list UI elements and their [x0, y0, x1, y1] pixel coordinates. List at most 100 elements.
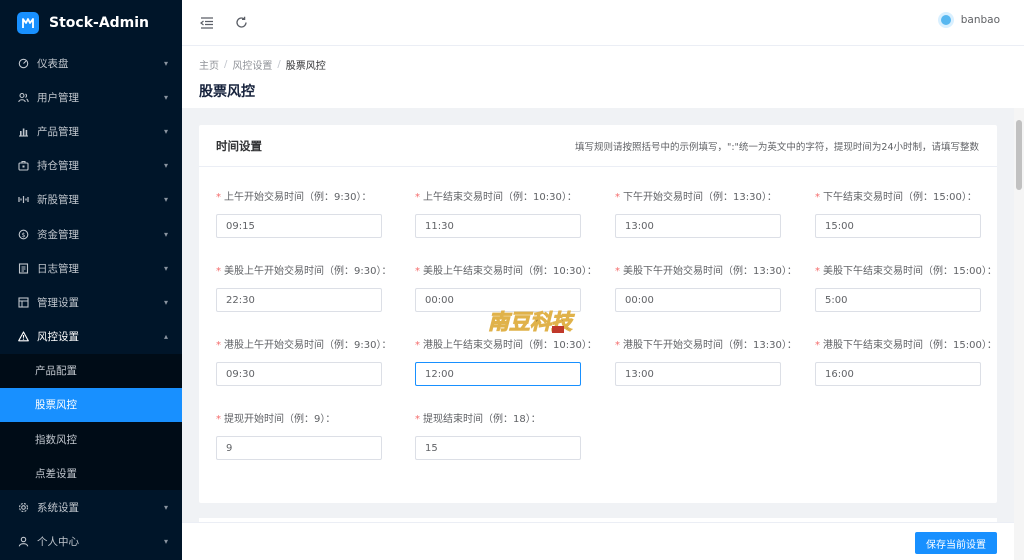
sidebar-item-ipo[interactable]: 新股管理 ▾ [0, 183, 182, 217]
required-mark: * [815, 266, 820, 277]
page-title: 股票风控 [199, 84, 255, 100]
us-pm-start-input[interactable] [615, 288, 781, 312]
log-icon [17, 262, 29, 274]
am-end-input[interactable] [415, 214, 581, 238]
brand-logo-icon [17, 12, 39, 34]
sidebar-item-label: 日志管理 [37, 262, 79, 275]
field-label-text: 美股下午开始交易时间（例：13:30）： [623, 266, 797, 277]
required-mark: * [615, 192, 620, 203]
submenu-item-stock-risk[interactable]: 股票风控 [0, 387, 182, 423]
required-mark: * [815, 192, 820, 203]
pm-end-input[interactable] [815, 214, 981, 238]
sidebar-item-label: 仪表盘 [37, 57, 69, 70]
chevron-down-icon: ▾ [163, 92, 168, 102]
hk-pm-end-input[interactable] [815, 362, 981, 386]
warning-icon [17, 331, 29, 343]
submenu-item-product-config[interactable]: 产品配置 [0, 354, 182, 388]
required-mark: * [216, 192, 221, 203]
chevron-down-icon: ▾ [163, 537, 168, 547]
field-label-text: 美股下午结束交易时间（例：15:00）： [823, 266, 997, 277]
submenu-item-label: 点差设置 [35, 467, 77, 480]
sidebar-item-label: 系统设置 [37, 502, 79, 515]
user-menu[interactable]: banbao [937, 12, 1000, 28]
save-settings-button[interactable]: 保存当前设置 [915, 532, 997, 554]
us-pm-end-input[interactable] [815, 288, 981, 312]
field-label-text: 美股上午开始交易时间（例：9:30）： [224, 266, 392, 277]
sidebar-item-funds[interactable]: $ 资金管理 ▾ [0, 217, 182, 251]
field-label: * 上午开始交易时间（例：9:30）： [216, 191, 396, 205]
sidebar-item-products[interactable]: 产品管理 ▾ [0, 114, 182, 148]
required-mark: * [615, 266, 620, 277]
field-am-start: * 上午开始交易时间（例：9:30）： [216, 191, 396, 238]
field-hk-am-start: * 港股上午开始交易时间（例：9:30）： [216, 339, 396, 386]
avatar [937, 12, 954, 28]
collapse-menu-icon[interactable] [190, 0, 224, 46]
sidebar-item-label: 资金管理 [37, 228, 79, 241]
submenu-item-label: 股票风控 [35, 399, 77, 412]
sidebar-item-label: 个人中心 [37, 536, 79, 549]
chevron-up-icon: ▴ [163, 332, 168, 342]
pm-start-input[interactable] [615, 214, 781, 238]
us-am-start-input[interactable] [216, 288, 382, 312]
sidebar-item-users[interactable]: 用户管理 ▾ [0, 80, 182, 114]
scrollbar-thumb[interactable] [1016, 120, 1022, 190]
field-label: * 提现开始时间（例：9）： [216, 413, 396, 427]
vertical-scrollbar[interactable] [1014, 108, 1024, 560]
field-label: * 美股下午结束交易时间（例：15:00）： [815, 265, 997, 279]
submenu-item-index-risk[interactable]: 指数风控 [0, 422, 182, 456]
sidebar: Stock-Admin 仪表盘 ▾ 用户管理 ▾ 产品管理 ▾ 持仓管理 ▾ 新… [0, 0, 182, 560]
breadcrumb-separator: / [277, 59, 281, 70]
sidebar-item-label: 持仓管理 [37, 160, 79, 173]
breadcrumb: 主页 / 风控设置 / 股票风控 [199, 57, 1024, 72]
sidebar-item-risk-control[interactable]: 风控设置 ▴ [0, 320, 182, 354]
sidebar-item-positions[interactable]: 持仓管理 ▾ [0, 149, 182, 183]
chevron-down-icon: ▾ [163, 263, 168, 273]
am-start-input[interactable] [216, 214, 382, 238]
page-header: 主页 / 风控设置 / 股票风控 股票风控 [182, 46, 1024, 108]
field-label-text: 上午结束交易时间（例：10:30）： [423, 192, 577, 203]
brand[interactable]: Stock-Admin [0, 0, 182, 46]
field-label: * 下午开始交易时间（例：13:30）： [615, 191, 795, 205]
field-label: * 提现结束时间（例：18）： [415, 413, 595, 427]
required-mark: * [615, 340, 620, 351]
chevron-down-icon: ▾ [163, 58, 168, 68]
withdraw-end-input[interactable] [415, 436, 581, 460]
sidebar-item-profile[interactable]: 个人中心 ▾ [0, 525, 182, 559]
refresh-icon[interactable] [224, 0, 258, 46]
chevron-down-icon: ▾ [163, 195, 168, 205]
required-mark: * [415, 414, 420, 425]
svg-text:$: $ [21, 231, 25, 239]
field-withdraw-end: * 提现结束时间（例：18）： [415, 413, 595, 460]
field-am-end: * 上午结束交易时间（例：10:30）： [415, 191, 595, 238]
coin-icon: $ [17, 228, 29, 240]
hk-am-start-input[interactable] [216, 362, 382, 386]
admin-settings-icon [17, 296, 29, 308]
chevron-down-icon: ▾ [163, 503, 168, 513]
field-label-text: 港股上午开始交易时间（例：9:30）： [224, 340, 392, 351]
field-label-text: 港股下午结束交易时间（例：15:00）： [823, 340, 997, 351]
chevron-down-icon: ▾ [163, 229, 168, 239]
sidebar-item-label: 管理设置 [37, 296, 79, 309]
hk-am-end-input[interactable] [415, 362, 581, 386]
breadcrumb-home[interactable]: 主页 [199, 57, 219, 72]
sidebar-item-dashboard[interactable]: 仪表盘 ▾ [0, 46, 182, 80]
required-mark: * [216, 266, 221, 277]
sidebar-item-label: 风控设置 [37, 331, 79, 344]
field-label-text: 下午结束交易时间（例：15:00）： [823, 192, 977, 203]
field-label-text: 上午开始交易时间（例：9:30）： [224, 192, 372, 203]
top-header: banbao [182, 0, 1024, 46]
sidebar-item-admin-settings[interactable]: 管理设置 ▾ [0, 285, 182, 319]
required-mark: * [216, 340, 221, 351]
submenu-item-spread-settings[interactable]: 点差设置 [0, 456, 182, 490]
required-mark: * [415, 192, 420, 203]
ipo-icon [17, 194, 29, 206]
withdraw-start-input[interactable] [216, 436, 382, 460]
hk-pm-start-input[interactable] [615, 362, 781, 386]
sidebar-item-system-settings[interactable]: 系统设置 ▾ [0, 490, 182, 524]
field-label: * 港股上午开始交易时间（例：9:30）： [216, 339, 396, 353]
user-name: banbao [960, 14, 1000, 26]
sidebar-item-logs[interactable]: 日志管理 ▾ [0, 251, 182, 285]
field-label-text: 下午开始交易时间（例：13:30）： [623, 192, 777, 203]
field-us-pm-end: * 美股下午结束交易时间（例：15:00）： [815, 265, 997, 312]
breadcrumb-parent[interactable]: 风控设置 [232, 57, 272, 72]
